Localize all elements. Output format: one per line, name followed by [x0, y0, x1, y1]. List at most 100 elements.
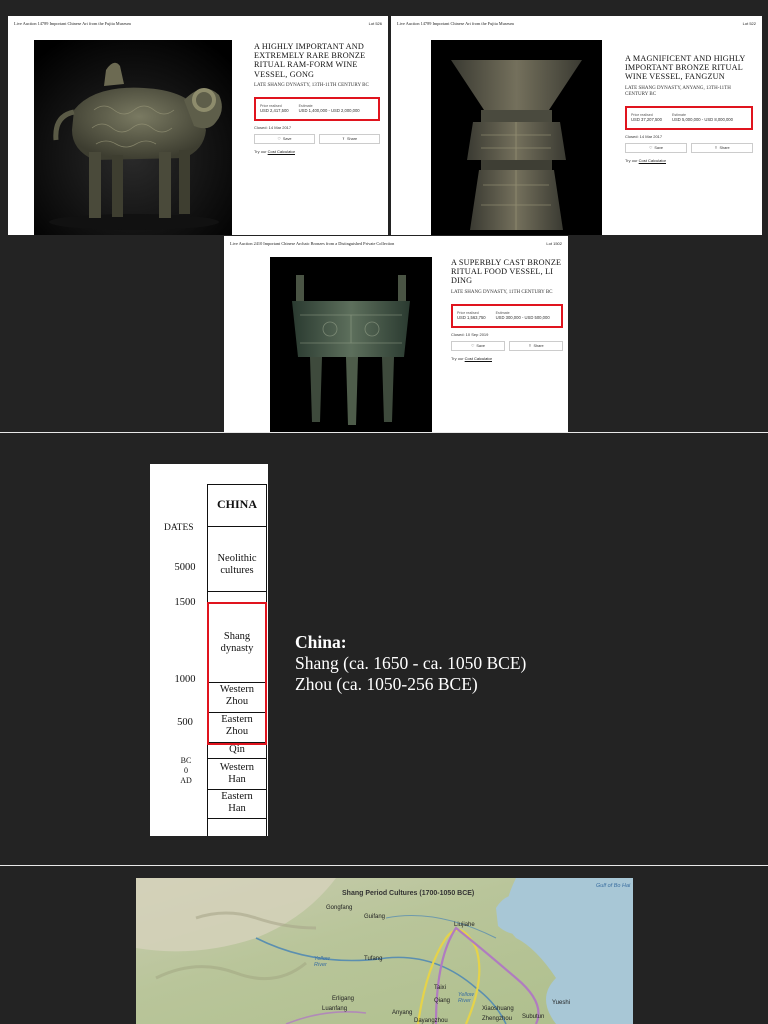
period-western-han: Western Han — [219, 762, 255, 785]
lot-number[interactable]: Lot 526 — [369, 21, 382, 26]
share-button[interactable]: ⇪ Share — [509, 340, 563, 351]
map-place: Guifang — [364, 914, 386, 920]
date-5000: 5000 — [174, 562, 196, 573]
save-label: Save — [654, 145, 664, 150]
cost-prefix: Try our — [625, 157, 638, 163]
map-place: Subutun — [522, 1014, 545, 1020]
china-timeline-chart: CHINA DATES 5000 1500 1000 500 BC 0 AD N… — [150, 464, 268, 836]
closed-date: Closed: 10 Sep 2019 — [451, 331, 489, 337]
share-icon: ⇪ — [341, 137, 346, 142]
price-highlight-box: Price realised USD 1,563,750 Estimate USD … — [451, 303, 563, 328]
lot-name: A SUPERBLY CAST BRONZE RITUAL FOOD VESSE… — [451, 258, 562, 286]
rule-western-han-bottom — [207, 789, 267, 791]
map-place: Yueshi — [552, 1000, 571, 1006]
action-buttons: ♡ Save ⇪ Share — [625, 142, 753, 153]
china-periods-text: China: Shang (ca. 1650 - ca. 1050 BCE) Z… — [295, 632, 526, 695]
cost-prefix: Try our — [451, 355, 464, 361]
share-button[interactable]: ⇪ Share — [319, 133, 380, 144]
map-place: Luanfang — [322, 1006, 348, 1012]
price-highlight-box: Price realised USD 37,207,500 Estimate USD… — [625, 105, 753, 130]
heart-icon: ♡ — [470, 344, 475, 349]
period-eastern-han: Eastern Han — [221, 791, 253, 814]
lot-topbar: Live Auction 14789 Important Chinese Art… — [8, 16, 388, 30]
share-label: Share — [533, 343, 544, 348]
cost-calculator-line: Try our Cost Calculator — [451, 356, 563, 361]
estimate-value: USD 300,000 - USD 500,000 — [495, 315, 550, 321]
map-place: Liujiahe — [454, 922, 475, 928]
lot-period: LATE SHANG DYNASTY, ANYANG, 13TH-11TH CE… — [625, 85, 731, 97]
timeline-header: CHINA — [216, 497, 257, 511]
lot-card-ram-gong: Live Auction 14789 Important Chinese Art… — [8, 16, 388, 235]
header-bottom-rule — [207, 526, 267, 528]
lot-info: A MAGNIFICENT AND HIGHLY IMPORTANT BRONZ… — [625, 54, 753, 163]
rule-neolithic-bottom — [207, 591, 267, 593]
slide-auction-lots: Live Auction 14789 Important Chinese Art… — [0, 0, 768, 432]
share-label: Share — [719, 145, 730, 150]
price-realised: USD 37,207,500 — [631, 117, 662, 123]
map-place: Tufang — [364, 956, 383, 962]
period-qin: Qin — [229, 744, 245, 755]
lot-topbar: Live Auction 14789 Important Chinese Art… — [391, 16, 762, 30]
lot-topbar: Live Auction 2410 Important Chinese Arch… — [224, 236, 568, 250]
lot-number[interactable]: Lot 1502 — [546, 241, 562, 246]
lot-card-fangzun: Live Auction 14789 Important Chinese Art… — [391, 16, 762, 235]
auction-title: Live Auction 14789 Important Chinese Art… — [14, 20, 131, 26]
estimate-value: USD 5,000,000 - USD 8,000,000 — [671, 117, 733, 123]
lot-period: LATE SHANG DYNASTY, 13TH-11TH CENTURY BC — [254, 82, 369, 88]
period-neolithic: Neolithic cultures — [217, 553, 257, 576]
closed-date: Closed: 14 Mar 2017 — [625, 133, 663, 139]
cost-calculator-line: Try our Cost Calculator — [625, 158, 753, 163]
auction-title: Live Auction 14789 Important Chinese Art… — [397, 20, 514, 26]
date-1000: 1000 — [174, 674, 196, 685]
closed-date: Closed: 14 Mar 2017 — [254, 124, 292, 130]
lot-name: A MAGNIFICENT AND HIGHLY IMPORTANT BRONZ… — [625, 54, 746, 82]
auction-title: Live Auction 2410 Important Chinese Arch… — [230, 240, 395, 246]
rule-qin-bottom — [207, 758, 267, 760]
map-place: Xiaoshuang — [482, 1006, 514, 1012]
map-place: Qiang — [434, 998, 451, 1004]
lot-period: LATE SHANG DYNASTY, 11TH CENTURY BC — [451, 289, 553, 295]
cost-calculator-link[interactable]: Cost Calculator — [268, 149, 295, 154]
save-button[interactable]: ♡ Save — [625, 142, 687, 153]
rule-eastern-han-bottom — [207, 818, 267, 820]
map-river-label: Yellow River — [458, 992, 474, 1004]
lot-info: A HIGHLY IMPORTANT AND EXTREMELY RARE BR… — [254, 42, 380, 154]
save-button[interactable]: ♡ Save — [451, 340, 505, 351]
price-realised: USD 1,563,750 — [457, 315, 486, 321]
li-ding-photo — [270, 257, 432, 432]
fangzun-photo — [431, 40, 602, 235]
lot-card-li-ding: Live Auction 2410 Important Chinese Arch… — [224, 236, 568, 432]
cost-calculator-line: Try our Cost Calculator — [254, 149, 380, 154]
map-place: Erligang — [332, 996, 355, 1002]
map-river-label: Yellow River — [314, 956, 330, 968]
save-button[interactable]: ♡ Save — [254, 133, 315, 144]
date-ad: AD — [180, 776, 192, 785]
save-label: Save — [282, 136, 292, 141]
date-500: 500 — [177, 717, 193, 728]
dates-label: DATES — [164, 523, 194, 533]
action-buttons: ♡ Save ⇪ Share — [254, 133, 380, 144]
save-label: Save — [476, 343, 486, 348]
map-title: Shang Period Cultures (1700-1050 BCE) — [342, 890, 475, 897]
header-top-rule — [207, 484, 267, 486]
cost-calculator-link[interactable]: Cost Calculator — [465, 356, 492, 361]
share-icon: ⇪ — [714, 146, 718, 151]
cost-prefix: Try our — [254, 148, 267, 154]
share-label: Share — [347, 136, 358, 141]
heart-icon: ♡ — [277, 137, 281, 142]
estimate-value: USD 1,400,000 - USD 2,000,000 — [298, 108, 360, 114]
lot-info: A SUPERBLY CAST BRONZE RITUAL FOOD VESSE… — [451, 258, 563, 361]
lot-name: A HIGHLY IMPORTANT AND EXTREMELY RARE BR… — [254, 42, 366, 79]
share-button[interactable]: ⇪ Share — [691, 142, 753, 153]
lot-number[interactable]: Lot 522 — [743, 21, 756, 26]
price-highlight-box: Price realised USD 2,417,500 Estimate USD … — [254, 96, 380, 121]
ram-gong-photo — [34, 40, 232, 235]
price-realised: USD 2,417,500 — [260, 108, 289, 114]
map-place: Dayangzhou — [414, 1018, 448, 1024]
date-bc: BC — [180, 756, 192, 765]
heart-icon: ♡ — [648, 146, 653, 151]
shang-cultures-map: Shang Period Cultures (1700-1050 BCE) Gu… — [136, 878, 633, 1024]
cost-calculator-link[interactable]: Cost Calculator — [639, 158, 666, 163]
map-place: Gongfang — [326, 905, 353, 911]
action-buttons: ♡ Save ⇪ Share — [451, 340, 563, 351]
